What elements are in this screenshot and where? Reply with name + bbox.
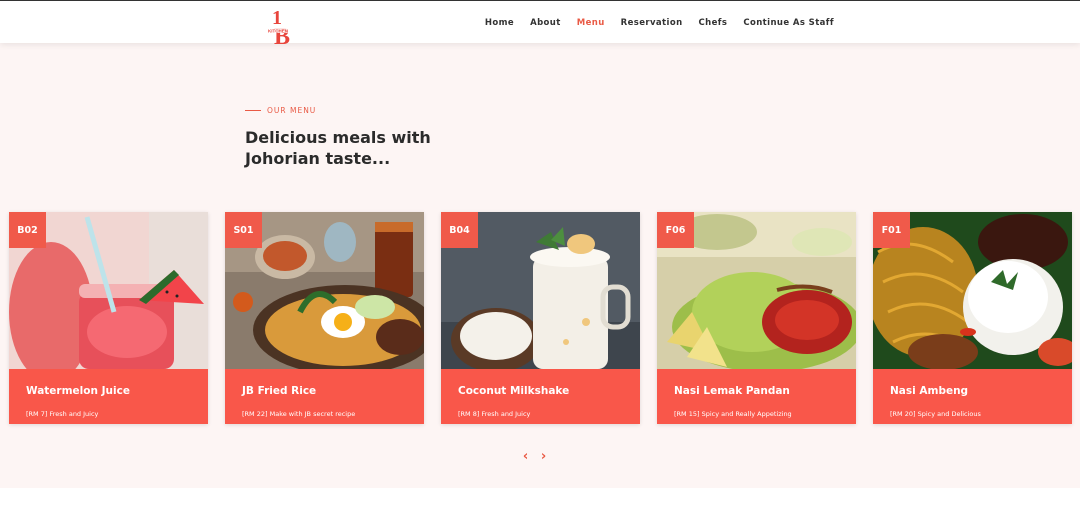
menu-card[interactable]: S01 JB Fried Rice [RM 22] Make with JB s…: [225, 212, 424, 424]
eyebrow-label: OUR MENU: [267, 106, 317, 115]
menu-card-price-desc: [RM 7] Fresh and Juicy: [26, 410, 99, 418]
menu-section: OUR MENU Delicious meals with Johorian t…: [0, 43, 1080, 488]
brand-logo[interactable]: 1 B KITCHEN: [258, 6, 298, 50]
chevron-left-icon[interactable]: ‹: [521, 450, 530, 463]
menu-code-badge: S01: [225, 212, 262, 248]
menu-card-info: Watermelon Juice [RM 7] Fresh and Juicy: [9, 369, 208, 424]
menu-card-price-desc: [RM 8] Fresh and Juicy: [458, 410, 531, 418]
nav-chefs[interactable]: Chefs: [699, 18, 728, 28]
menu-card-title: JB Fried Rice: [242, 385, 317, 397]
menu-card[interactable]: B04 Coconut Milkshake [RM 8] Fresh and J…: [441, 212, 640, 424]
menu-code-badge: B04: [441, 212, 478, 248]
heading-line-2: Johorian taste...: [245, 149, 391, 168]
logo-icon: 1 B KITCHEN: [262, 7, 294, 50]
nav-reservation[interactable]: Reservation: [621, 18, 683, 28]
menu-card[interactable]: B02 Watermelon Juice [RM 7] Fresh and Ju…: [9, 212, 208, 424]
menu-card-info: Nasi Lemak Pandan [RM 15] Spicy and Real…: [657, 369, 856, 424]
nav-menu[interactable]: Menu: [577, 18, 605, 28]
section-eyebrow: OUR MENU: [245, 106, 316, 115]
svg-text:KITCHEN: KITCHEN: [268, 29, 288, 34]
menu-card-info: JB Fried Rice [RM 22] Make with JB secre…: [225, 369, 424, 424]
eyebrow-divider: [245, 110, 261, 111]
menu-code-badge: B02: [9, 212, 46, 248]
menu-card-title: Watermelon Juice: [26, 385, 130, 397]
carousel-controls: ‹ ›: [521, 450, 548, 463]
heading-line-1: Delicious meals with: [245, 128, 431, 147]
section-heading: Delicious meals with Johorian taste...: [245, 127, 505, 169]
menu-card-info: Nasi Ambeng [RM 20] Spicy and Delicious: [873, 369, 1072, 424]
svg-text:B: B: [274, 24, 290, 46]
menu-card-price-desc: [RM 15] Spicy and Really Appetizing: [674, 410, 792, 418]
menu-card[interactable]: F01 Nasi Ambeng [RM 20] Spicy and Delici…: [873, 212, 1072, 424]
nav-about[interactable]: About: [530, 18, 561, 28]
menu-card-price-desc: [RM 20] Spicy and Delicious: [890, 410, 981, 418]
menu-carousel: B02 Watermelon Juice [RM 7] Fresh and Ju…: [9, 212, 1072, 424]
top-navbar: 1 B KITCHEN Home About Menu Reservation …: [0, 0, 1080, 50]
nav-continue-as-staff[interactable]: Continue As Staff: [743, 18, 834, 28]
nav-home[interactable]: Home: [485, 18, 514, 28]
main-nav: Home About Menu Reservation Chefs Contin…: [485, 1, 834, 44]
menu-card-title: Coconut Milkshake: [458, 385, 570, 397]
menu-code-badge: F06: [657, 212, 694, 248]
menu-card-title: Nasi Lemak Pandan: [674, 385, 790, 397]
menu-card[interactable]: F06 Nasi Lemak Pandan [RM 15] Spicy and …: [657, 212, 856, 424]
menu-code-badge: F01: [873, 212, 910, 248]
chevron-right-icon[interactable]: ›: [539, 450, 548, 463]
menu-card-price-desc: [RM 22] Make with JB secret recipe: [242, 410, 356, 418]
menu-card-info: Coconut Milkshake [RM 8] Fresh and Juicy: [441, 369, 640, 424]
menu-card-title: Nasi Ambeng: [890, 385, 969, 397]
